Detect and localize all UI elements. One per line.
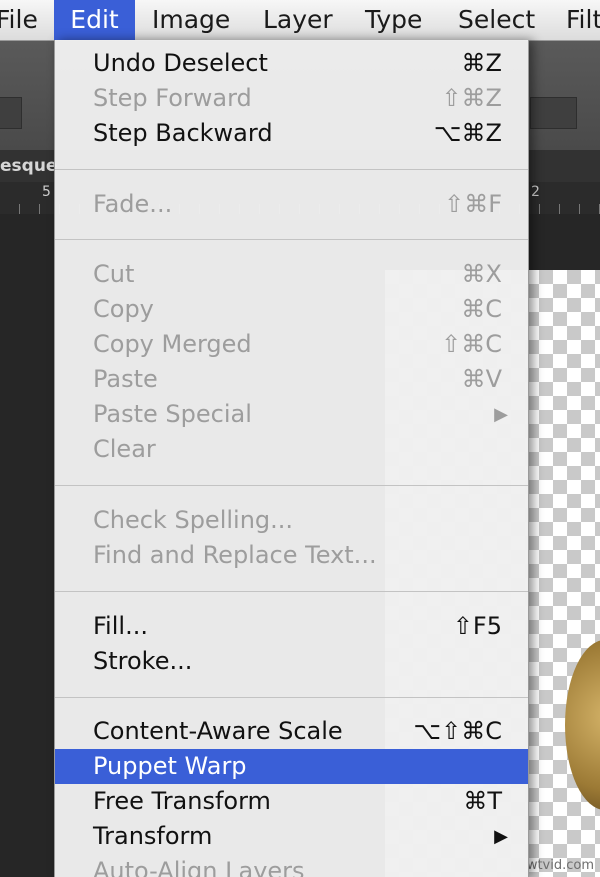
menu-item-fill[interactable]: Fill... ⇧F5 (55, 609, 528, 644)
menu-separator (55, 239, 528, 240)
menu-layer[interactable]: Layer (263, 0, 333, 40)
submenu-arrow-icon: ▶ (494, 826, 508, 847)
menu-item-paste[interactable]: Paste ⌘V (55, 362, 528, 397)
menu-type[interactable]: Type (365, 0, 422, 40)
menu-separator (55, 697, 528, 698)
shortcut-label: ⇧⌘F (444, 190, 502, 218)
shortcut-label: ⌥⌘Z (433, 119, 502, 147)
menu-filter[interactable]: Filt (566, 0, 600, 40)
menu-item-check-spelling[interactable]: Check Spelling... (55, 503, 528, 538)
menu-item-cut[interactable]: Cut ⌘X (55, 257, 528, 292)
ruler-label: 2 (531, 184, 540, 200)
menu-item-copy[interactable]: Copy ⌘C (55, 292, 528, 327)
menu-item-undo-deselect[interactable]: Undo Deselect ⌘Z (55, 46, 528, 81)
shortcut-label: ⌘V (461, 365, 502, 393)
menu-item-auto-align-layers[interactable]: Auto-Align Layers (55, 854, 528, 877)
menu-file[interactable]: File (0, 0, 38, 40)
menu-item-content-aware-scale[interactable]: Content-Aware Scale ⌥⇧⌘C (55, 714, 528, 749)
shortcut-label: ⇧F5 (452, 612, 502, 640)
shortcut-label: ⌘T (463, 787, 502, 815)
menu-item-paste-special[interactable]: Paste Special ▶ (55, 397, 528, 432)
menu-image[interactable]: Image (152, 0, 230, 40)
menu-select[interactable]: Select (458, 0, 535, 40)
menu-bar: File Edit Image Layer Type Select Filt (0, 0, 600, 41)
submenu-arrow-icon: ▶ (494, 404, 508, 425)
shortcut-label: ⌘Z (461, 49, 502, 77)
menu-edit[interactable]: Edit (54, 0, 135, 40)
document-tab-label: esque (0, 156, 58, 176)
menu-item-fade[interactable]: Fade... ⇧⌘F (55, 187, 528, 222)
photoshop-window: File Edit Image Layer Type Select Filt e… (0, 0, 600, 877)
menu-separator (55, 591, 528, 592)
shortcut-label: ⌘C (461, 295, 502, 323)
ruler-label: 5 (42, 184, 51, 200)
edit-menu-dropdown: Undo Deselect ⌘Z Step Forward ⇧⌘Z Step B… (54, 40, 529, 877)
menu-separator (55, 485, 528, 486)
menu-item-free-transform[interactable]: Free Transform ⌘T (55, 784, 528, 819)
menu-item-clear[interactable]: Clear (55, 432, 528, 467)
shortcut-label: ⌘X (461, 260, 502, 288)
menu-item-step-forward[interactable]: Step Forward ⇧⌘Z (55, 81, 528, 116)
menu-item-find-replace[interactable]: Find and Replace Text... (55, 538, 528, 573)
shortcut-label: ⇧⌘C (441, 330, 502, 358)
menu-item-step-backward[interactable]: Step Backward ⌥⌘Z (55, 116, 528, 151)
menu-separator (55, 169, 528, 170)
option-field[interactable] (530, 97, 577, 129)
shortcut-label: ⌥⇧⌘C (413, 717, 502, 745)
menu-item-transform[interactable]: Transform ▶ (55, 819, 528, 854)
shortcut-label: ⇧⌘Z (441, 84, 502, 112)
menu-item-copy-merged[interactable]: Copy Merged ⇧⌘C (55, 327, 528, 362)
tool-preset-box[interactable] (0, 97, 22, 129)
watermark: wtvid.com (526, 858, 594, 873)
menu-item-puppet-warp[interactable]: Puppet Warp (55, 749, 528, 784)
menu-item-stroke[interactable]: Stroke... (55, 644, 528, 679)
